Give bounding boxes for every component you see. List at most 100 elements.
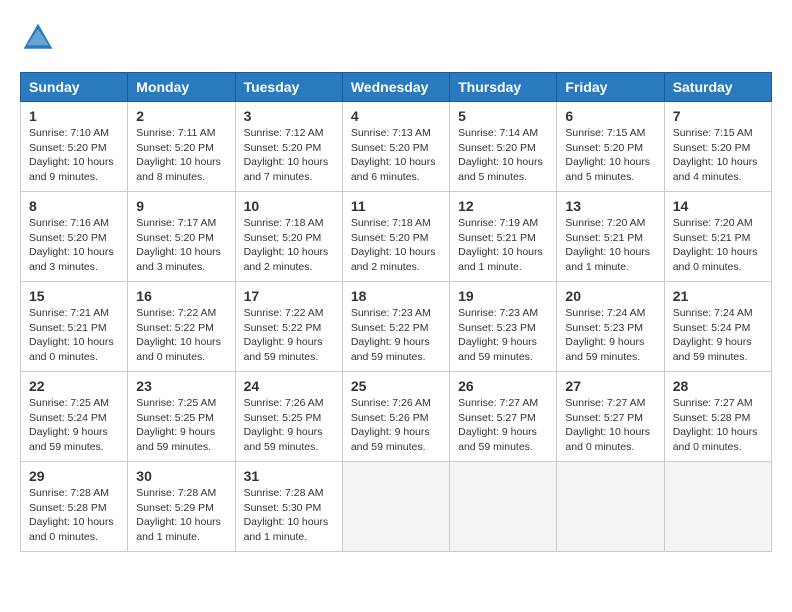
day-number: 23 — [136, 378, 226, 394]
day-number: 28 — [673, 378, 763, 394]
calendar-day-cell: 29 Sunrise: 7:28 AMSunset: 5:28 PMDaylig… — [21, 462, 128, 552]
day-info: Sunrise: 7:28 AMSunset: 5:30 PMDaylight:… — [244, 487, 329, 543]
calendar-header-wednesday: Wednesday — [342, 73, 449, 102]
calendar-header-monday: Monday — [128, 73, 235, 102]
calendar-day-cell: 18 Sunrise: 7:23 AMSunset: 5:22 PMDaylig… — [342, 282, 449, 372]
calendar-day-cell: 1 Sunrise: 7:10 AMSunset: 5:20 PMDayligh… — [21, 102, 128, 192]
day-number: 7 — [673, 108, 763, 124]
calendar-day-cell: 24 Sunrise: 7:26 AMSunset: 5:25 PMDaylig… — [235, 372, 342, 462]
day-number: 16 — [136, 288, 226, 304]
calendar-day-cell: 2 Sunrise: 7:11 AMSunset: 5:20 PMDayligh… — [128, 102, 235, 192]
logo — [20, 20, 60, 56]
day-number: 21 — [673, 288, 763, 304]
calendar-day-cell: 13 Sunrise: 7:20 AMSunset: 5:21 PMDaylig… — [557, 192, 664, 282]
day-number: 4 — [351, 108, 441, 124]
calendar-day-cell: 3 Sunrise: 7:12 AMSunset: 5:20 PMDayligh… — [235, 102, 342, 192]
calendar-day-cell: 30 Sunrise: 7:28 AMSunset: 5:29 PMDaylig… — [128, 462, 235, 552]
day-info: Sunrise: 7:17 AMSunset: 5:20 PMDaylight:… — [136, 217, 221, 273]
calendar-day-cell: 9 Sunrise: 7:17 AMSunset: 5:20 PMDayligh… — [128, 192, 235, 282]
calendar-week-row: 29 Sunrise: 7:28 AMSunset: 5:28 PMDaylig… — [21, 462, 772, 552]
day-number: 20 — [565, 288, 655, 304]
day-info: Sunrise: 7:18 AMSunset: 5:20 PMDaylight:… — [351, 217, 436, 273]
day-info: Sunrise: 7:28 AMSunset: 5:29 PMDaylight:… — [136, 487, 221, 543]
calendar-day-cell: 17 Sunrise: 7:22 AMSunset: 5:22 PMDaylig… — [235, 282, 342, 372]
day-info: Sunrise: 7:22 AMSunset: 5:22 PMDaylight:… — [244, 307, 324, 363]
calendar-day-cell: 6 Sunrise: 7:15 AMSunset: 5:20 PMDayligh… — [557, 102, 664, 192]
day-number: 9 — [136, 198, 226, 214]
day-number: 26 — [458, 378, 548, 394]
calendar-week-row: 8 Sunrise: 7:16 AMSunset: 5:20 PMDayligh… — [21, 192, 772, 282]
day-number: 15 — [29, 288, 119, 304]
day-number: 1 — [29, 108, 119, 124]
day-info: Sunrise: 7:20 AMSunset: 5:21 PMDaylight:… — [673, 217, 758, 273]
day-info: Sunrise: 7:27 AMSunset: 5:27 PMDaylight:… — [565, 397, 650, 453]
calendar-day-cell: 20 Sunrise: 7:24 AMSunset: 5:23 PMDaylig… — [557, 282, 664, 372]
calendar-header-saturday: Saturday — [664, 73, 771, 102]
calendar-week-row: 15 Sunrise: 7:21 AMSunset: 5:21 PMDaylig… — [21, 282, 772, 372]
day-info: Sunrise: 7:26 AMSunset: 5:25 PMDaylight:… — [244, 397, 324, 453]
day-info: Sunrise: 7:28 AMSunset: 5:28 PMDaylight:… — [29, 487, 114, 543]
day-info: Sunrise: 7:18 AMSunset: 5:20 PMDaylight:… — [244, 217, 329, 273]
day-info: Sunrise: 7:26 AMSunset: 5:26 PMDaylight:… — [351, 397, 431, 453]
day-info: Sunrise: 7:10 AMSunset: 5:20 PMDaylight:… — [29, 127, 114, 183]
calendar-day-cell: 27 Sunrise: 7:27 AMSunset: 5:27 PMDaylig… — [557, 372, 664, 462]
day-number: 14 — [673, 198, 763, 214]
calendar-day-cell: 26 Sunrise: 7:27 AMSunset: 5:27 PMDaylig… — [450, 372, 557, 462]
day-info: Sunrise: 7:23 AMSunset: 5:22 PMDaylight:… — [351, 307, 431, 363]
day-info: Sunrise: 7:21 AMSunset: 5:21 PMDaylight:… — [29, 307, 114, 363]
calendar-header-tuesday: Tuesday — [235, 73, 342, 102]
calendar-day-cell — [664, 462, 771, 552]
day-number: 25 — [351, 378, 441, 394]
day-number: 10 — [244, 198, 334, 214]
day-number: 31 — [244, 468, 334, 484]
day-number: 11 — [351, 198, 441, 214]
day-info: Sunrise: 7:22 AMSunset: 5:22 PMDaylight:… — [136, 307, 221, 363]
day-info: Sunrise: 7:20 AMSunset: 5:21 PMDaylight:… — [565, 217, 650, 273]
calendar-day-cell: 21 Sunrise: 7:24 AMSunset: 5:24 PMDaylig… — [664, 282, 771, 372]
day-number: 18 — [351, 288, 441, 304]
calendar-day-cell: 11 Sunrise: 7:18 AMSunset: 5:20 PMDaylig… — [342, 192, 449, 282]
calendar-day-cell: 23 Sunrise: 7:25 AMSunset: 5:25 PMDaylig… — [128, 372, 235, 462]
day-info: Sunrise: 7:24 AMSunset: 5:24 PMDaylight:… — [673, 307, 753, 363]
day-info: Sunrise: 7:24 AMSunset: 5:23 PMDaylight:… — [565, 307, 645, 363]
day-info: Sunrise: 7:27 AMSunset: 5:27 PMDaylight:… — [458, 397, 538, 453]
calendar-day-cell: 25 Sunrise: 7:26 AMSunset: 5:26 PMDaylig… — [342, 372, 449, 462]
calendar-week-row: 22 Sunrise: 7:25 AMSunset: 5:24 PMDaylig… — [21, 372, 772, 462]
calendar-header-thursday: Thursday — [450, 73, 557, 102]
day-info: Sunrise: 7:12 AMSunset: 5:20 PMDaylight:… — [244, 127, 329, 183]
calendar-day-cell — [450, 462, 557, 552]
calendar-table: SundayMondayTuesdayWednesdayThursdayFrid… — [20, 72, 772, 552]
calendar-day-cell: 31 Sunrise: 7:28 AMSunset: 5:30 PMDaylig… — [235, 462, 342, 552]
day-number: 29 — [29, 468, 119, 484]
day-info: Sunrise: 7:14 AMSunset: 5:20 PMDaylight:… — [458, 127, 543, 183]
calendar-day-cell: 8 Sunrise: 7:16 AMSunset: 5:20 PMDayligh… — [21, 192, 128, 282]
day-info: Sunrise: 7:27 AMSunset: 5:28 PMDaylight:… — [673, 397, 758, 453]
day-number: 19 — [458, 288, 548, 304]
day-number: 27 — [565, 378, 655, 394]
day-number: 3 — [244, 108, 334, 124]
calendar-day-cell: 7 Sunrise: 7:15 AMSunset: 5:20 PMDayligh… — [664, 102, 771, 192]
page-header — [20, 20, 772, 56]
calendar-header-row: SundayMondayTuesdayWednesdayThursdayFrid… — [21, 73, 772, 102]
calendar-week-row: 1 Sunrise: 7:10 AMSunset: 5:20 PMDayligh… — [21, 102, 772, 192]
logo-icon — [20, 20, 56, 56]
calendar-day-cell: 16 Sunrise: 7:22 AMSunset: 5:22 PMDaylig… — [128, 282, 235, 372]
calendar-day-cell: 5 Sunrise: 7:14 AMSunset: 5:20 PMDayligh… — [450, 102, 557, 192]
day-number: 13 — [565, 198, 655, 214]
calendar-day-cell — [557, 462, 664, 552]
calendar-day-cell: 4 Sunrise: 7:13 AMSunset: 5:20 PMDayligh… — [342, 102, 449, 192]
calendar-header-friday: Friday — [557, 73, 664, 102]
day-info: Sunrise: 7:25 AMSunset: 5:25 PMDaylight:… — [136, 397, 216, 453]
calendar-day-cell — [342, 462, 449, 552]
day-info: Sunrise: 7:11 AMSunset: 5:20 PMDaylight:… — [136, 127, 221, 183]
calendar-day-cell: 22 Sunrise: 7:25 AMSunset: 5:24 PMDaylig… — [21, 372, 128, 462]
day-number: 17 — [244, 288, 334, 304]
day-info: Sunrise: 7:16 AMSunset: 5:20 PMDaylight:… — [29, 217, 114, 273]
day-number: 2 — [136, 108, 226, 124]
day-info: Sunrise: 7:15 AMSunset: 5:20 PMDaylight:… — [565, 127, 650, 183]
day-info: Sunrise: 7:23 AMSunset: 5:23 PMDaylight:… — [458, 307, 538, 363]
day-info: Sunrise: 7:19 AMSunset: 5:21 PMDaylight:… — [458, 217, 543, 273]
calendar-day-cell: 19 Sunrise: 7:23 AMSunset: 5:23 PMDaylig… — [450, 282, 557, 372]
calendar-day-cell: 14 Sunrise: 7:20 AMSunset: 5:21 PMDaylig… — [664, 192, 771, 282]
day-number: 22 — [29, 378, 119, 394]
